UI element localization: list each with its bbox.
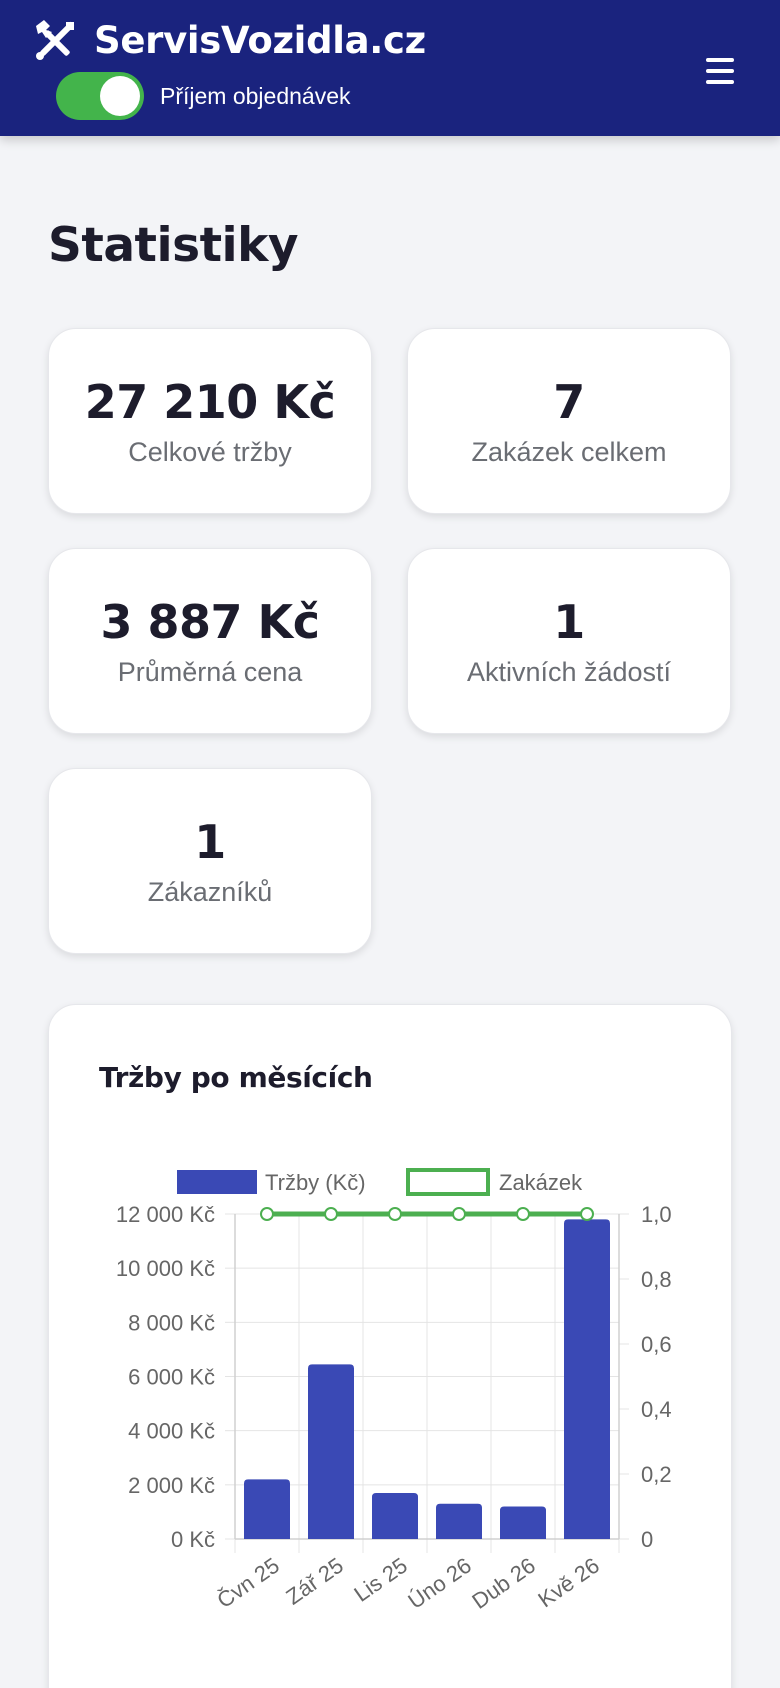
- order-intake-label: Příjem objednávek: [160, 82, 351, 109]
- x-tick-label: Dub 26: [467, 1553, 539, 1614]
- y-left-tick-label: 4 000 Kč: [128, 1419, 215, 1444]
- revenue-bar: [564, 1219, 610, 1539]
- stat-value: 7: [553, 375, 585, 429]
- legend-label-revenue: Tržby (Kč): [265, 1170, 366, 1195]
- stat-label: Zákazníků: [147, 877, 273, 907]
- top-app-bar: ServisVozidla.cz Příjem objednávek: [0, 0, 780, 136]
- y-right-tick-label: 0: [641, 1527, 653, 1552]
- y-left-tick-label: 8 000 Kč: [128, 1310, 215, 1335]
- x-tick-label: Lis 25: [349, 1553, 411, 1607]
- orders-point: [324, 1207, 338, 1221]
- y-right-tick-label: 1,0: [641, 1202, 672, 1227]
- revenue-bar: [436, 1503, 482, 1539]
- page-title: Statistiky: [48, 218, 299, 273]
- orders-point: [580, 1207, 594, 1221]
- order-intake-toggle-row: Příjem objednávek: [56, 72, 351, 120]
- menu-line: [706, 80, 734, 84]
- y-right-tick-label: 0,8: [641, 1267, 672, 1292]
- revenue-bar: [372, 1492, 418, 1539]
- stat-label: Aktivních žádostí: [466, 657, 672, 687]
- stat-card-average-price: 3 887 Kč Průměrná cena: [48, 548, 372, 734]
- toggle-knob: [100, 76, 140, 116]
- stat-label: Průměrná cena: [117, 657, 303, 687]
- y-left-tick-label: 6 000 Kč: [128, 1365, 215, 1390]
- revenue-chart: 0 Kč 2 000 Kč 4 000 Kč 6 000 Kč 8 000 Kč 10 0…: [116, 1168, 672, 1614]
- legend-swatch-orders: [406, 1168, 490, 1196]
- stat-value: 27 210 Kč: [84, 375, 336, 429]
- stat-value: 3 887 Kč: [100, 595, 320, 649]
- x-tick-label: Kvě 26: [533, 1553, 603, 1613]
- stat-value: 1: [553, 595, 585, 649]
- stat-card-total-orders: 7 Zakázek celkem: [407, 328, 731, 514]
- tools-icon: [36, 20, 74, 60]
- stat-label: Zakázek celkem: [471, 437, 667, 467]
- menu-line: [706, 69, 734, 73]
- order-intake-toggle[interactable]: [56, 72, 144, 120]
- revenue-chart-card: Tržby po měsících 0 Kč 2 000 Kč 4 000 Kč 6 …: [48, 1004, 732, 1688]
- orders-point: [516, 1207, 530, 1221]
- x-tick-label: Úno 26: [403, 1553, 475, 1614]
- orders-point: [388, 1207, 402, 1221]
- stat-card-customers: 1 Zákazníků: [48, 768, 372, 954]
- stat-card-active-requests: 1 Aktivních žádostí: [407, 548, 731, 734]
- x-tick-label: Čvn 25: [212, 1553, 283, 1613]
- legend-swatch-revenue: [177, 1170, 257, 1194]
- revenue-bar: [308, 1364, 354, 1539]
- x-tick-label: Zář 25: [281, 1553, 347, 1610]
- y-right-tick-label: 0,2: [641, 1462, 672, 1487]
- y-left-tick-label: 2 000 Kč: [128, 1473, 215, 1498]
- hamburger-menu-icon[interactable]: [692, 46, 748, 96]
- stat-label: Celkové tržby: [128, 437, 292, 467]
- y-left-tick-label: 0 Kč: [171, 1527, 215, 1552]
- menu-line: [706, 58, 734, 62]
- y-right-tick-label: 0,6: [641, 1332, 672, 1357]
- y-right-tick-label: 0,4: [641, 1397, 672, 1422]
- legend-label-orders: Zakázek: [499, 1170, 583, 1195]
- y-left-tick-label: 10 000 Kč: [116, 1256, 215, 1281]
- brand-name: ServisVozidla.cz: [94, 19, 426, 62]
- orders-point: [452, 1207, 466, 1221]
- revenue-bar: [500, 1506, 546, 1539]
- stat-value: 1: [194, 815, 226, 869]
- y-left-tick-label: 12 000 Kč: [116, 1202, 215, 1227]
- revenue-bar: [244, 1479, 290, 1539]
- stat-card-total-revenue: 27 210 Kč Celkové tržby: [48, 328, 372, 514]
- brand[interactable]: ServisVozidla.cz: [32, 18, 426, 64]
- orders-point: [260, 1207, 274, 1221]
